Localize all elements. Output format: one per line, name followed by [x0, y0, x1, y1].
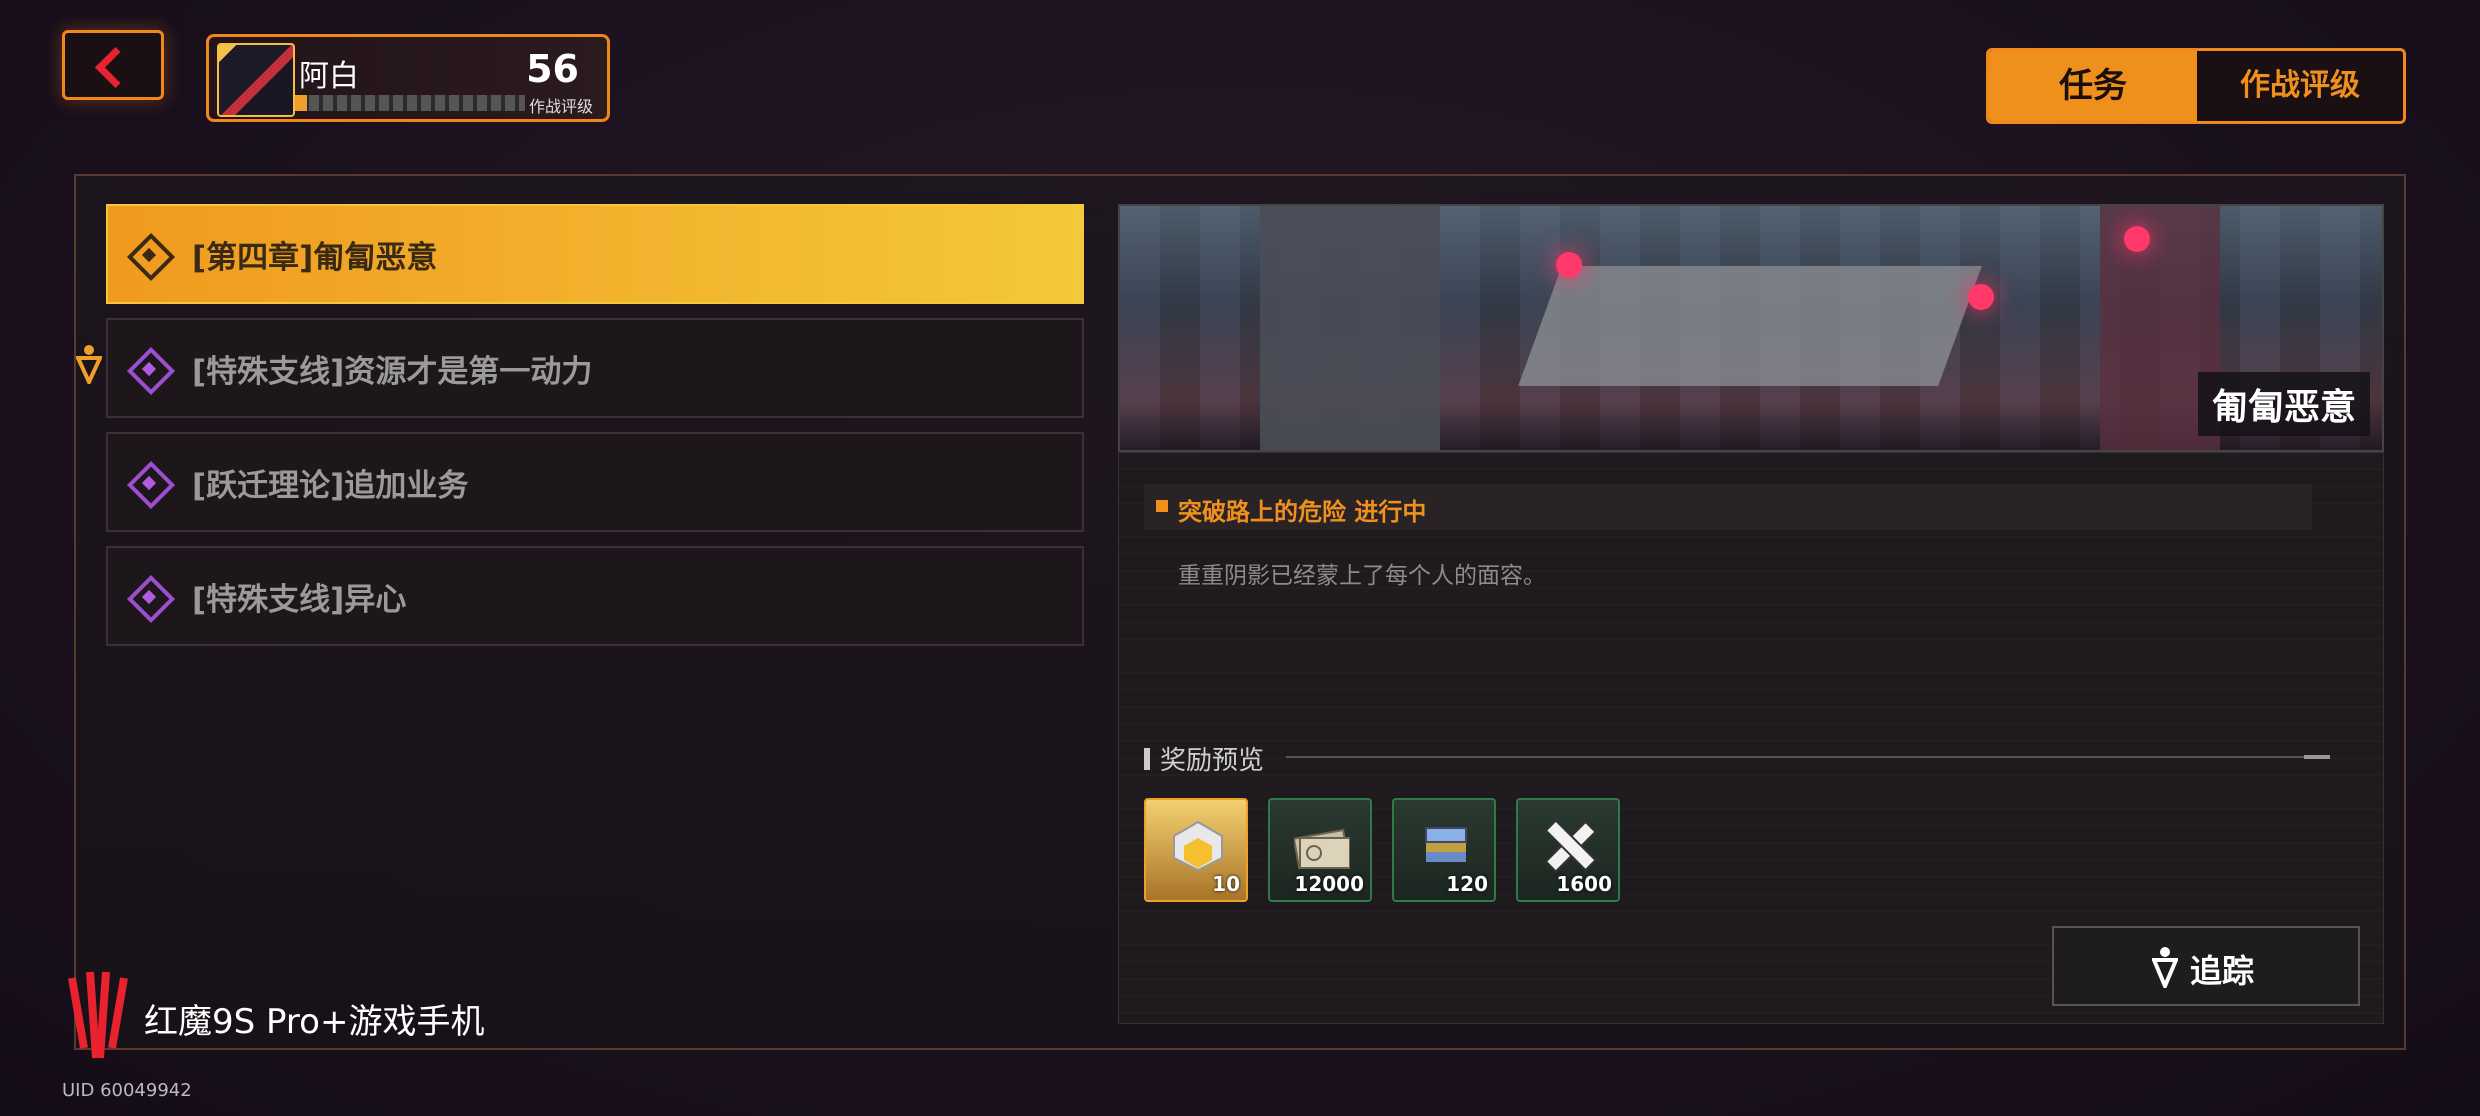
- mission-label: [跃迁理论]追加业务: [192, 468, 469, 504]
- tab-missions[interactable]: 任务: [1989, 51, 2197, 121]
- banknote-icon: [1294, 828, 1350, 870]
- player-level-label: 作战评级: [528, 97, 593, 116]
- brand-logo: [68, 971, 128, 1059]
- watermark-brand: 红魔9S Pro+游戏手机: [144, 1002, 485, 1042]
- mission-item[interactable]: [跃迁理论]追加业务: [106, 432, 1084, 532]
- xp-fill: [295, 95, 307, 111]
- player-name: 阿白: [299, 59, 359, 94]
- reward-item[interactable]: 12000: [1268, 798, 1372, 902]
- divider: [1286, 756, 2330, 758]
- banner-title: 匍匐恶意: [2197, 372, 2370, 436]
- mission-banner: 匍匐恶意: [1118, 204, 2384, 452]
- reward-quantity: 120: [1446, 872, 1488, 896]
- banner-light: [2124, 226, 2150, 252]
- mission-description: 重重阴影已经蒙上了每个人的面容。: [1178, 563, 1546, 589]
- main-quest-icon: [126, 232, 176, 282]
- collapse-icon[interactable]: [2304, 755, 2330, 759]
- tab-combat-rating[interactable]: 作战评级: [2197, 51, 2403, 121]
- side-quest-icon: [126, 574, 176, 624]
- player-level: 56: [526, 47, 579, 91]
- mission-label: [第四章]匍匐恶意: [192, 240, 438, 276]
- side-quest-icon: [126, 346, 176, 396]
- gold-cube-icon: [1173, 820, 1223, 872]
- reward-quantity: 1600: [1556, 872, 1612, 896]
- cross-material-icon: [1544, 819, 1597, 873]
- chevron-left-icon: [94, 46, 137, 89]
- chip-stack-icon: [1425, 827, 1467, 862]
- mission-item[interactable]: [特殊支线]资源才是第一动力: [106, 318, 1084, 418]
- mission-label: [特殊支线]资源才是第一动力: [192, 354, 593, 390]
- banner-art: [1518, 266, 1982, 386]
- track-pin-icon: [76, 345, 102, 384]
- side-quest-icon: [126, 460, 176, 510]
- back-button[interactable]: [62, 30, 164, 100]
- rewards-title: 奖励预览: [1160, 746, 1265, 776]
- mission-label: [特殊支线]异心: [192, 582, 407, 618]
- tab-bar: 任务 作战评级: [1986, 48, 2406, 124]
- section-marker: [1144, 748, 1150, 770]
- user-uid: UID 60049942: [62, 1080, 192, 1101]
- reward-quantity: 10: [1212, 872, 1240, 896]
- objective-text: 突破路上的危险 进行中: [1178, 498, 1427, 526]
- track-button[interactable]: 追踪: [2052, 926, 2360, 1006]
- banner-light: [1556, 252, 1582, 278]
- objective-bullet: [1156, 500, 1168, 512]
- reward-quantity: 12000: [1294, 872, 1364, 896]
- reward-item[interactable]: 10: [1144, 798, 1248, 902]
- banner-art: [1260, 206, 1440, 450]
- player-card[interactable]: 阿白 56 作战评级: [206, 34, 610, 122]
- reward-item[interactable]: 1600: [1516, 798, 1620, 902]
- avatar: [217, 43, 295, 117]
- track-label: 追踪: [2190, 952, 2255, 990]
- xp-bar: [295, 95, 525, 111]
- reward-item[interactable]: 120: [1392, 798, 1496, 902]
- mission-item[interactable]: [特殊支线]异心: [106, 546, 1084, 646]
- track-pin-icon: [2152, 947, 2178, 988]
- banner-light: [1968, 284, 1994, 310]
- mission-item[interactable]: [第四章]匍匐恶意: [106, 204, 1084, 304]
